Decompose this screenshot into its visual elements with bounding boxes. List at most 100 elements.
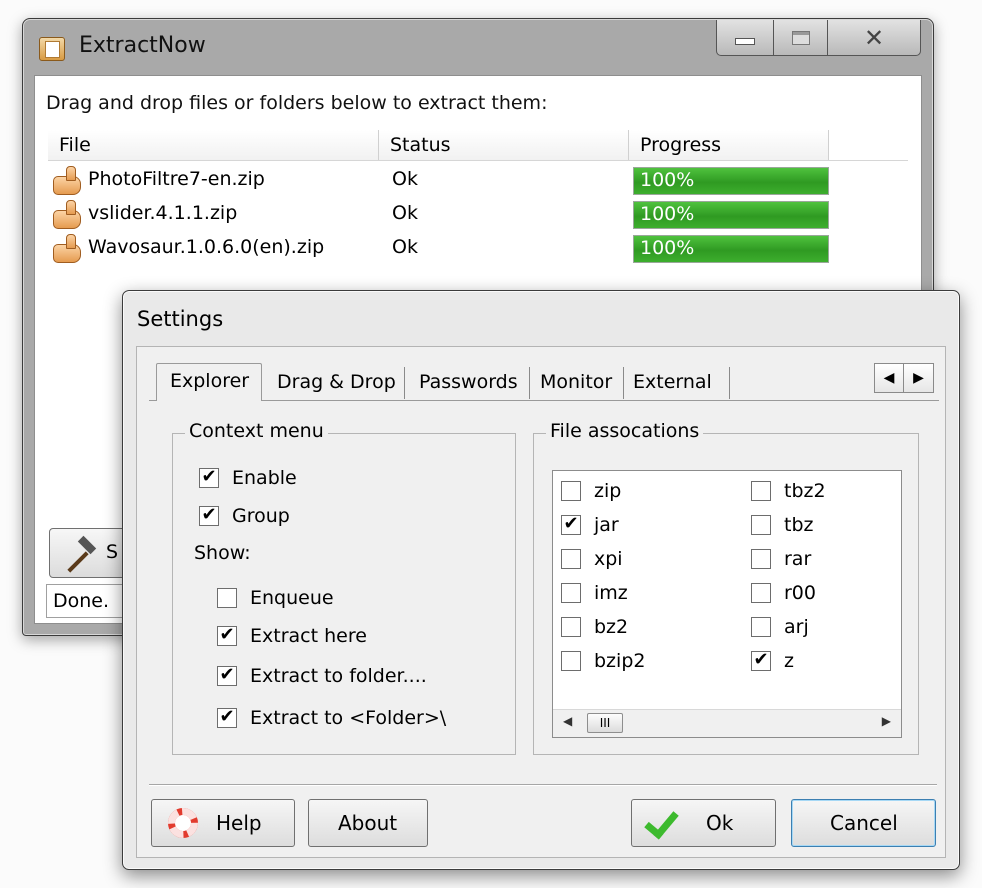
settings-body: Explorer Drag & Drop Passwords Monitor E… (136, 346, 946, 858)
tab-scroll-left-button[interactable]: ◀ (874, 363, 904, 393)
context-menu-title: Context menu (185, 420, 328, 442)
assoc-checkbox[interactable] (751, 481, 771, 501)
close-icon: ✕ (863, 23, 885, 52)
window-title: ExtractNow (79, 33, 206, 58)
file-associations-list[interactable]: zip ✔ jar xpi imz bz2 bzip2 tbz2 tbz rar… (552, 470, 902, 738)
assoc-label: tbz2 (784, 480, 826, 502)
enable-label: Enable (232, 467, 297, 489)
file-associations-group: File assocations zip ✔ jar xpi imz bz2 b… (533, 420, 919, 755)
button-separator (149, 784, 937, 785)
assoc-checkbox[interactable] (751, 583, 771, 603)
extract-here-label: Extract here (250, 625, 367, 647)
assoc-checkbox[interactable] (561, 549, 581, 569)
assoc-checkbox[interactable] (561, 583, 581, 603)
file-associations-title: File assocations (546, 420, 704, 442)
progress-bar: 100% (633, 167, 829, 195)
horizontal-scrollbar[interactable]: ◀ III ▶ (553, 709, 901, 737)
tab-scroll-buttons: ◀ ▶ (874, 363, 936, 393)
assoc-checkbox[interactable] (751, 515, 771, 535)
scroll-left-arrow-icon[interactable]: ◀ (563, 714, 572, 728)
cancel-button[interactable]: Cancel (791, 799, 936, 847)
show-label: Show: (194, 542, 251, 564)
extract-to-named-folder-checkbox[interactable]: ✔ (217, 708, 237, 728)
close-button[interactable]: ✕ (828, 20, 921, 56)
assoc-label: jar (594, 514, 619, 536)
column-header-progress[interactable]: Progress (629, 130, 829, 160)
lifebuoy-icon (168, 808, 198, 838)
progress-label: 100% (640, 203, 695, 225)
minimize-icon (735, 38, 755, 45)
about-button[interactable]: About (308, 799, 428, 847)
status-text: Done. (53, 590, 110, 612)
column-header-file[interactable]: File (48, 130, 379, 160)
progress-label: 100% (640, 169, 695, 191)
about-button-label: About (338, 811, 398, 835)
assoc-checkbox[interactable] (751, 617, 771, 637)
zip-file-hand-icon (53, 166, 83, 195)
enqueue-label: Enqueue (250, 587, 334, 609)
caption-buttons: ✕ (716, 20, 921, 58)
file-row[interactable]: vslider.4.1.1.zip Ok 100% (48, 198, 908, 232)
assoc-checkbox[interactable]: ✔ (561, 515, 581, 535)
file-row[interactable]: PhotoFiltre7-en.zip Ok 100% (48, 164, 908, 198)
assoc-checkbox[interactable] (561, 617, 581, 637)
assoc-label: r00 (784, 582, 816, 604)
settings-button-label: S (106, 541, 119, 563)
ok-button-label: Ok (706, 811, 734, 835)
file-status: Ok (392, 168, 418, 190)
minimize-button[interactable] (716, 20, 774, 56)
extract-to-folder-checkbox[interactable]: ✔ (217, 666, 237, 686)
tab-drag-drop[interactable]: Drag & Drop (263, 367, 405, 399)
assoc-checkbox[interactable] (561, 481, 581, 501)
column-header-status[interactable]: Status (379, 130, 629, 160)
drop-hint-label: Drag and drop files or folders below to … (46, 92, 548, 114)
assoc-checkbox[interactable]: ✔ (751, 651, 771, 671)
assoc-checkbox[interactable] (561, 651, 581, 671)
tab-scroll-right-button[interactable]: ▶ (904, 363, 934, 393)
maximize-icon (791, 30, 810, 45)
assoc-label: rar (784, 548, 812, 570)
assoc-label: bz2 (594, 616, 629, 638)
tab-external[interactable]: External (624, 367, 730, 399)
help-button[interactable]: Help (151, 799, 295, 847)
assoc-label: imz (594, 582, 628, 604)
enqueue-checkbox[interactable] (217, 588, 237, 608)
assoc-checkbox[interactable] (751, 549, 771, 569)
tab-strip: Explorer Drag & Drop Passwords Monitor E… (149, 363, 939, 401)
enable-checkbox[interactable]: ✔ (199, 468, 219, 488)
settings-dialog: Settings Explorer Drag & Drop Passwords … (122, 290, 960, 870)
group-label: Group (232, 505, 290, 527)
assoc-label: arj (784, 616, 809, 638)
file-row[interactable]: Wavosaur.1.0.6.0(en).zip Ok 100% (48, 232, 908, 266)
dialog-title: Settings (137, 307, 224, 331)
zip-file-hand-icon (53, 200, 83, 229)
assoc-label: bzip2 (594, 650, 646, 672)
file-name: Wavosaur.1.0.6.0(en).zip (88, 236, 325, 258)
maximize-button[interactable] (774, 20, 828, 56)
extract-to-folder-label: Extract to folder.... (250, 665, 427, 687)
file-list-header: File Status Progress (48, 130, 908, 161)
ok-button[interactable]: Ok (631, 799, 776, 847)
tab-baseline (149, 400, 939, 401)
progress-bar: 100% (633, 201, 829, 229)
scroll-right-arrow-icon[interactable]: ▶ (882, 714, 891, 728)
tab-monitor[interactable]: Monitor (530, 367, 624, 399)
assoc-label: z (784, 650, 794, 672)
zip-file-hand-icon (53, 234, 83, 263)
progress-bar: 100% (633, 235, 829, 263)
progress-label: 100% (640, 237, 695, 259)
scrollbar-thumb[interactable]: III (587, 713, 623, 733)
app-icon (39, 37, 65, 61)
file-status: Ok (392, 202, 418, 224)
tab-passwords[interactable]: Passwords (405, 367, 530, 399)
file-name: PhotoFiltre7-en.zip (88, 168, 265, 190)
context-menu-group: Context menu ✔ Enable ✔ Group Show: Enqu… (172, 420, 516, 755)
group-checkbox[interactable]: ✔ (199, 506, 219, 526)
cancel-button-label: Cancel (830, 811, 898, 835)
assoc-label: xpi (594, 548, 623, 570)
extract-here-checkbox[interactable]: ✔ (217, 626, 237, 646)
tab-explorer[interactable]: Explorer (156, 363, 262, 401)
hammer-icon (64, 539, 98, 569)
file-name: vslider.4.1.1.zip (88, 202, 238, 224)
help-button-label: Help (216, 811, 262, 835)
